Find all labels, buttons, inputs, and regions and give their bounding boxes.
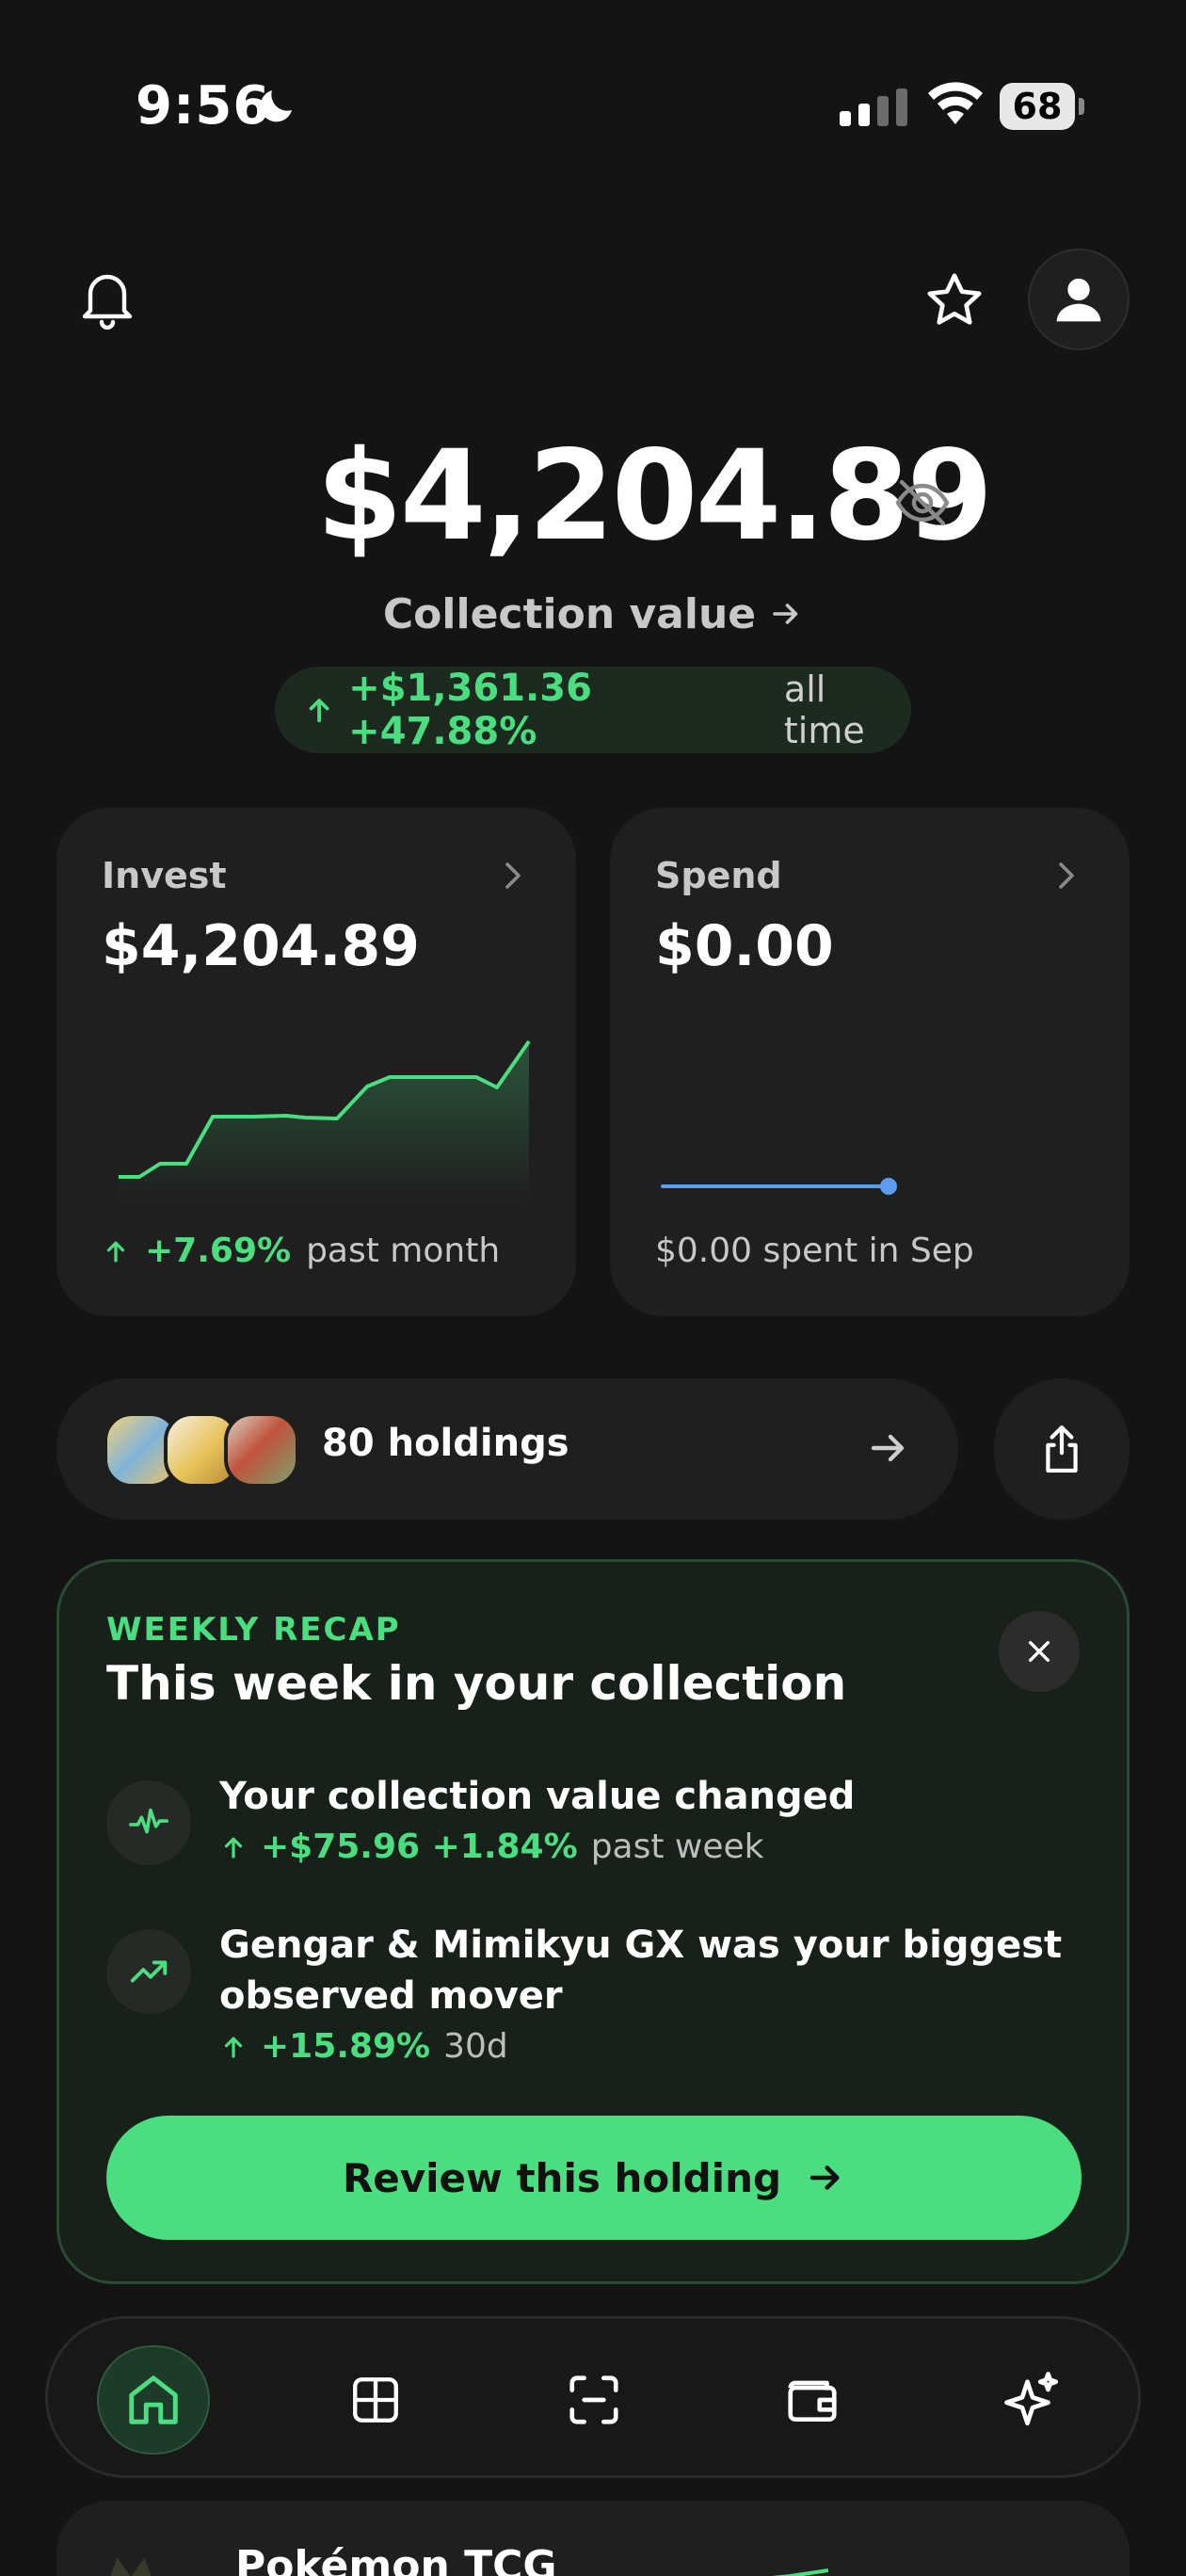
holdings-button[interactable]: 80 holdings <box>56 1378 958 1520</box>
weekly-recap-card: WEEKLY RECAP This week in your collectio… <box>56 1559 1130 2284</box>
status-time: 9:56 <box>136 75 271 137</box>
review-holding-button[interactable]: Review this holding <box>106 2116 1082 2240</box>
profile-button[interactable] <box>1028 249 1130 350</box>
recap-close-button[interactable] <box>999 1611 1080 1692</box>
recap-item1-text: Your collection value changed <box>219 1775 856 1818</box>
pulse-icon <box>129 1808 168 1834</box>
holdings-thumbnails <box>104 1412 301 1488</box>
nav-scan[interactable] <box>537 2345 650 2455</box>
invest-sparkline <box>119 1039 531 1203</box>
recap-eyebrow: WEEKLY RECAP <box>106 1611 401 1649</box>
arrow-right-icon <box>809 2165 840 2190</box>
invest-period: past month <box>306 1232 501 1270</box>
trending-up-icon <box>130 1960 168 1983</box>
arrow-up-icon <box>309 699 329 723</box>
all-time-change-pill: +$1,361.36 +47.88% all time <box>275 667 911 753</box>
category-sparkline <box>771 2568 828 2576</box>
invest-change-row: +7.69% past month <box>102 1232 500 1270</box>
spend-card[interactable]: Spend $0.00 $0.00 spent in Sep <box>610 808 1130 1316</box>
recap-item2-period: 30d <box>443 2027 508 2066</box>
all-time-label: all time <box>783 668 865 751</box>
bell-icon[interactable] <box>79 269 136 330</box>
scan-icon <box>569 2375 618 2424</box>
battery-level: 68 <box>1012 86 1063 127</box>
bottom-nav <box>45 2316 1141 2478</box>
nav-wallet[interactable] <box>756 2345 869 2455</box>
holding-thumbnail <box>224 1412 299 1488</box>
invest-value: $4,204.89 <box>102 913 420 979</box>
recap-item2-text: Gengar & Mimikyu GX was your biggest obs… <box>219 1924 1063 2018</box>
wifi-icon <box>928 82 983 124</box>
home-icon <box>129 2375 178 2424</box>
share-button[interactable] <box>994 1378 1130 1520</box>
recap-icon-wrap <box>106 1929 191 2014</box>
category-icon <box>110 2557 152 2576</box>
recap-title: This week in your collection <box>106 1656 847 1711</box>
recap-item1-change: +$75.96 +1.84% <box>261 1827 578 1866</box>
recap-item2-change: +15.89% <box>261 2027 431 2066</box>
review-holding-label: Review this holding <box>342 2154 782 2201</box>
holdings-count: 80 holdings <box>322 1422 569 1465</box>
grid-icon <box>353 2377 398 2423</box>
collection-value-label: Collection value <box>382 589 757 638</box>
category-card-peek[interactable]: Pokémon TCG <box>56 2501 1130 2576</box>
spend-value: $0.00 <box>655 913 834 979</box>
collection-value-link[interactable]: Collection value <box>0 584 1186 644</box>
recap-icon-wrap <box>106 1780 191 1865</box>
nav-home[interactable] <box>97 2345 210 2455</box>
star-icon[interactable] <box>922 269 986 331</box>
collection-value: $4,204.89 <box>316 424 993 569</box>
nav-collection[interactable] <box>319 2345 432 2455</box>
arrow-up-icon <box>224 2037 243 2058</box>
arrow-up-icon <box>224 1837 243 1859</box>
spend-label: Spend <box>655 855 782 896</box>
invest-card[interactable]: Invest $4,204.89 +7.69% past month <box>56 808 576 1316</box>
close-icon <box>1028 1640 1050 1663</box>
arrow-right-icon <box>871 1434 905 1462</box>
share-icon <box>1046 1425 1078 1473</box>
recap-item-value-change: Your collection value changed +$75.96 +1… <box>106 1771 1085 1893</box>
recap-item-biggest-mover: Gengar & Mimikyu GX was your biggest obs… <box>106 1920 1085 2089</box>
signal-icon <box>840 89 907 126</box>
nav-ai[interactable] <box>976 2345 1089 2455</box>
spend-note: $0.00 spent in Sep <box>655 1232 974 1270</box>
chevron-right-icon <box>1059 862 1074 889</box>
arrow-right-icon <box>773 604 798 624</box>
sparkle-icon <box>1004 2372 1059 2426</box>
battery-indicator: 68 <box>1000 83 1084 130</box>
eye-off-icon[interactable] <box>894 478 951 527</box>
recap-item2-change-row: +15.89% 30d <box>219 2027 508 2066</box>
invest-change: +7.69% <box>145 1232 292 1270</box>
arrow-up-icon <box>106 1241 125 1263</box>
user-icon <box>1056 278 1101 322</box>
wallet-icon <box>788 2380 837 2422</box>
all-time-change: +$1,361.36 +47.88% <box>348 667 592 753</box>
chevron-right-icon <box>505 862 521 889</box>
recap-item1-period: past week <box>590 1827 764 1866</box>
recap-item1-change-row: +$75.96 +1.84% past week <box>219 1827 764 1866</box>
spend-sparkline <box>661 1178 897 1195</box>
invest-label: Invest <box>102 855 227 896</box>
category-title: Pokémon TCG <box>235 2542 557 2576</box>
moon-icon <box>260 90 292 122</box>
